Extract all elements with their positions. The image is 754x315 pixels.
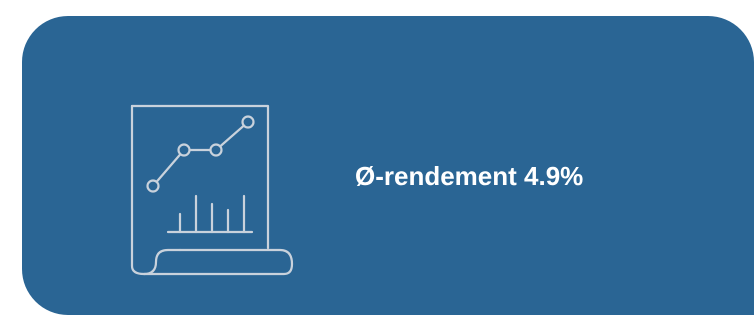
yield-card: Ø-rendement 4.9% (22, 16, 754, 315)
average-yield-label: Ø-rendement 4.9% (355, 161, 584, 191)
report-chart-icon (130, 104, 294, 276)
